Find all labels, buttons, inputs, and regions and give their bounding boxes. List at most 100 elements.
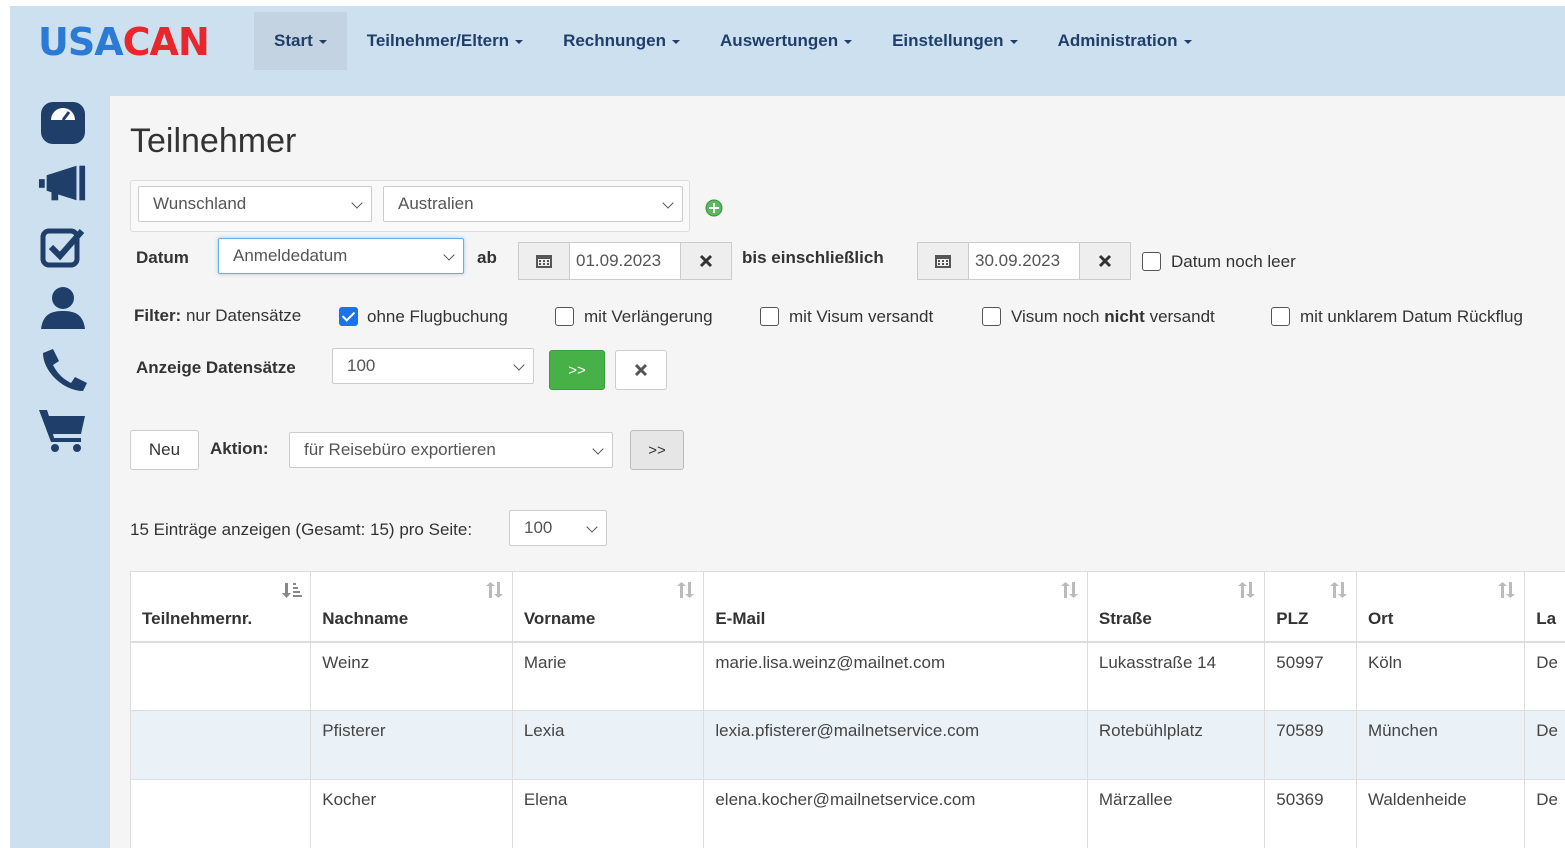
checkbox-visum-nicht-versandt[interactable] <box>982 307 1001 326</box>
sort-icon <box>485 582 504 603</box>
filter-value-select[interactable]: Australien <box>383 186 683 222</box>
cell-land: De <box>1524 779 1565 848</box>
column-header-teilnehmernr[interactable]: Teilnehmernr. <box>129 571 312 643</box>
chevron-down-icon <box>662 197 674 209</box>
date-type-select[interactable]: Anmeldedatum <box>218 238 464 274</box>
records-filter-label-rest: nur Datensätze <box>181 306 302 325</box>
dashboard-icon[interactable] <box>38 98 88 148</box>
top-navbar: USACAN Start Teilnehmer/Eltern Rechnunge… <box>10 6 1565 96</box>
date-to-input[interactable]: 30.09.2023 <box>968 242 1080 280</box>
chevron-down-icon <box>513 359 525 371</box>
column-header-strasse[interactable]: Straße <box>1086 571 1266 643</box>
checkbox-mit-visum-versandt[interactable] <box>760 307 779 326</box>
main-menu: Start Teilnehmer/Eltern Rechnungen Auswe… <box>254 12 1212 70</box>
date-from-label: ab <box>477 248 497 267</box>
cell-strasse: Lukasstraße 14 <box>1086 641 1266 711</box>
records-filter-label: Filter: nur Datensätze <box>134 306 301 326</box>
column-label: Vorname <box>523 608 596 628</box>
nav-einstellungen[interactable]: Einstellungen <box>872 12 1037 70</box>
nav-teilnehmer-eltern[interactable]: Teilnehmer/Eltern <box>347 12 543 70</box>
display-records-select[interactable]: 100 <box>332 348 534 384</box>
checklist-icon[interactable] <box>38 222 88 272</box>
column-header-land[interactable]: La <box>1524 571 1565 643</box>
cell-land: De <box>1524 710 1565 780</box>
nav-label: Auswertungen <box>720 31 839 50</box>
column-label: Ort <box>1367 608 1394 628</box>
date-empty-checkbox[interactable] <box>1142 252 1161 271</box>
nav-auswertungen[interactable]: Auswertungen <box>700 12 872 70</box>
per-page-select[interactable]: 100 <box>509 510 607 546</box>
date-from-input[interactable]: 01.09.2023 <box>569 242 681 280</box>
column-label: Straße <box>1098 608 1152 628</box>
cell-vorname: Lexia <box>511 710 705 780</box>
column-header-ort[interactable]: Ort <box>1355 571 1526 643</box>
select-value: Anmeldedatum <box>233 246 348 265</box>
cell-strasse: Rotebühlplatz <box>1086 710 1266 780</box>
cell-nachname: Weinz <box>310 641 513 711</box>
table-row[interactable]: Kocher Elena elena.kocher@mailnetservice… <box>129 779 1565 848</box>
select-value: Wunschland <box>153 194 247 213</box>
column-label: Nachname <box>322 608 409 628</box>
checkbox-mit-verlaengerung[interactable] <box>555 307 574 326</box>
column-header-nachname[interactable]: Nachname <box>310 571 513 643</box>
checkbox-label: mit unklarem Datum Rückflug <box>1300 307 1523 326</box>
logo-part-can: CAN <box>122 20 210 64</box>
date-to-label: bis einschließlich <box>742 248 884 267</box>
cell-email: lexia.pfisterer@mailnetservice.com <box>703 710 1088 780</box>
checkbox-unklares-datum[interactable] <box>1271 307 1290 326</box>
checkbox-label: mit Verlängerung <box>584 307 713 326</box>
date-label: Datum <box>136 248 189 267</box>
cell-land: De <box>1524 641 1565 711</box>
action-label: Aktion: <box>210 439 269 458</box>
new-button[interactable]: Neu <box>130 430 199 470</box>
checkbox-label: Visum noch nicht versandt <box>1011 307 1215 327</box>
add-filter-icon[interactable] <box>705 199 723 222</box>
cell-nachname: Kocher <box>310 779 513 848</box>
cell-ort: Waldenheide <box>1355 779 1526 848</box>
logo[interactable]: USACAN <box>38 20 210 64</box>
cell-email: elena.kocher@mailnetservice.com <box>703 779 1088 848</box>
column-header-plz[interactable]: PLZ <box>1264 571 1357 643</box>
participants-table: Teilnehmernr. Nachname Vorname E-Mail St… <box>129 571 1565 848</box>
records-filter-label-bold: Filter: <box>134 306 182 325</box>
cart-icon[interactable] <box>38 404 88 454</box>
reset-filter-button[interactable] <box>615 350 667 390</box>
column-label: PLZ <box>1276 608 1309 628</box>
apply-filter-button[interactable]: >> <box>549 350 605 390</box>
phone-icon[interactable] <box>38 344 88 394</box>
chevron-down-icon <box>443 249 455 261</box>
cell-plz: 70589 <box>1264 710 1357 780</box>
sidebar <box>10 96 110 848</box>
chevron-down-icon <box>351 197 363 209</box>
table-header-row: Teilnehmernr. Nachname Vorname E-Mail St… <box>129 571 1565 643</box>
calendar-icon[interactable] <box>917 242 969 280</box>
cell-plz: 50369 <box>1264 779 1357 848</box>
nav-start[interactable]: Start <box>254 12 347 70</box>
checkbox-label: mit Visum versandt <box>789 307 934 326</box>
column-header-vorname[interactable]: Vorname <box>511 571 705 643</box>
user-icon[interactable] <box>38 282 88 332</box>
column-header-email[interactable]: E-Mail <box>703 571 1088 643</box>
cell-ort: München <box>1355 710 1526 780</box>
chevron-down-icon <box>592 443 604 455</box>
clear-date-from-icon[interactable] <box>680 242 732 280</box>
checkbox-label-pre: Visum noch <box>1011 307 1105 326</box>
caret-down-icon <box>1183 39 1192 44</box>
cell-vorname: Marie <box>511 641 705 711</box>
calendar-icon[interactable] <box>518 242 570 280</box>
clear-date-to-icon[interactable] <box>1079 242 1131 280</box>
table-row[interactable]: Weinz Marie marie.lisa.weinz@mailnet.com… <box>129 641 1565 711</box>
column-label: E-Mail <box>715 608 766 628</box>
cell-nachname: Pfisterer <box>310 710 513 780</box>
filter-field-select[interactable]: Wunschland <box>138 186 372 222</box>
checkbox-ohne-flugbuchung[interactable] <box>339 307 358 326</box>
select-value: 100 <box>347 356 376 375</box>
execute-action-button[interactable]: >> <box>630 430 684 470</box>
nav-rechnungen[interactable]: Rechnungen <box>543 12 700 70</box>
action-select[interactable]: für Reisebüro exportieren <box>289 432 613 468</box>
select-value: für Reisebüro exportieren <box>304 440 496 459</box>
sort-icon <box>677 582 695 603</box>
table-row[interactable]: Pfisterer Lexia lexia.pfisterer@mailnets… <box>129 710 1565 780</box>
megaphone-icon[interactable] <box>38 158 88 208</box>
nav-administration[interactable]: Administration <box>1038 12 1212 70</box>
